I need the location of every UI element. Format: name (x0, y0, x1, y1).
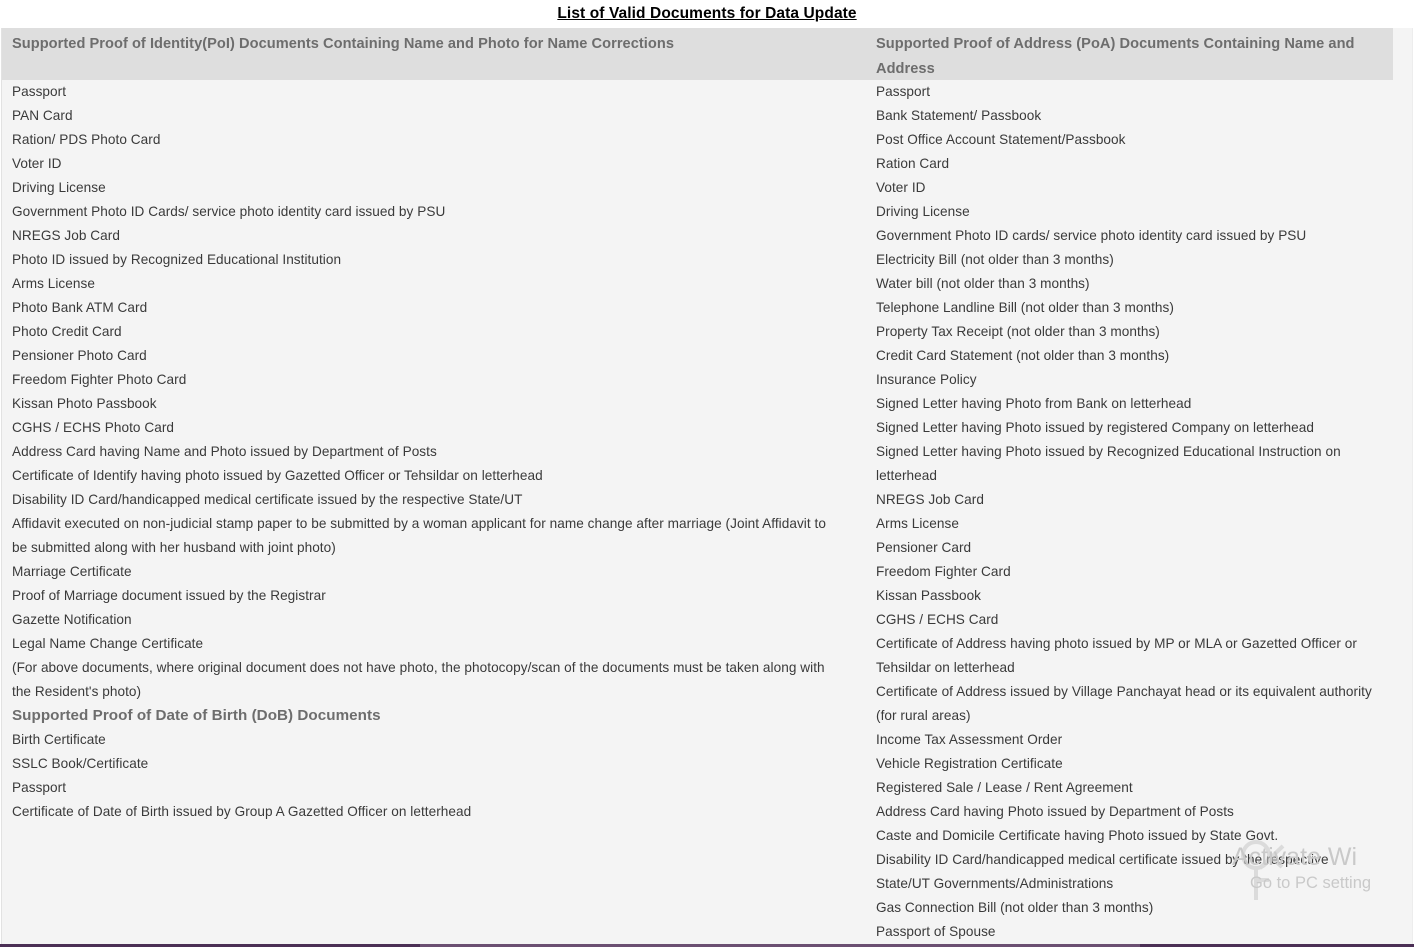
document-list-item: (For above documents, where original doc… (12, 660, 825, 675)
document-list-item: Passport (12, 84, 67, 99)
document-list-item: Certificate of Date of Birth issued by G… (12, 804, 472, 819)
document-list-item: Proof of Marriage document issued by the… (12, 588, 326, 603)
document-list-item: Pensioner Photo Card (12, 348, 147, 363)
title-bar: List of Valid Documents for Data Update (0, 0, 1414, 28)
document-list-item: Gas Connection Bill (not older than 3 mo… (876, 900, 1154, 915)
document-list-item: Passport of Spouse (876, 924, 996, 939)
document-list-item: SSLC Book/Certificate (12, 756, 149, 771)
document-list-item: Ration/ PDS Photo Card (12, 132, 161, 147)
document-list-item: Marriage Certificate (12, 564, 132, 579)
document-list-item: Voter ID (12, 156, 62, 171)
document-list-item: CGHS / ECHS Photo Card (12, 420, 175, 435)
document-list-item: Photo Credit Card (12, 324, 122, 339)
document-list-item: Affidavit executed on non-judicial stamp… (12, 516, 826, 531)
poi-column: Passport PAN Card Ration/ PDS Photo Card Vo… (12, 80, 1012, 824)
document-list-item: Arms License (12, 276, 95, 291)
document-list-item: be submitted along with her husband with… (12, 540, 336, 555)
document-list-item: Birth Certificate (12, 732, 106, 747)
document-list-item: Certificate of Identify having photo iss… (12, 468, 543, 483)
document-list-item: Passport (12, 780, 67, 795)
document-list-item: Address Card having Name and Photo issue… (12, 444, 437, 459)
document-list-item: Photo Bank ATM Card (12, 300, 148, 315)
column-header-poi: Supported Proof of Identity(PoI) Documen… (12, 36, 675, 52)
document-list-item: Disability ID Card/handicapped medical c… (876, 852, 1329, 867)
document-list-item: Caste and Domicile Certificate having Ph… (876, 828, 1279, 843)
document-list-item: State/UT Governments/Administrations (876, 876, 1114, 891)
document-list-item: NREGS Job Card (12, 228, 120, 243)
page-title: List of Valid Documents for Data Update (557, 5, 857, 22)
document-list-item: the Resident's photo) (12, 684, 142, 699)
document-list-item: PAN Card (12, 108, 73, 123)
document-list-item: Photo ID issued by Recognized Educationa… (12, 252, 342, 267)
document-list-item: Driving License (12, 180, 106, 195)
document-list-item: Disability ID Card/handicapped medical c… (12, 492, 523, 507)
document-sheet: Supported Proof of Identity(PoI) Documen… (1, 28, 1413, 944)
bottom-rule-highlight (420, 944, 1140, 947)
document-page: List of Valid Documents for Data Update … (0, 0, 1414, 949)
section-header-dob: Supported Proof of Date of Birth (DoB) D… (12, 707, 381, 724)
column-header-poa: Supported Proof of Address (PoA) Documen… (876, 36, 1355, 77)
document-list-item: Government Photo ID Cards/ service photo… (12, 204, 446, 219)
document-list-item: Legal Name Change Certificate (12, 636, 204, 651)
document-list-item: Kissan Photo Passbook (12, 396, 157, 411)
document-list-item: Freedom Fighter Photo Card (12, 372, 187, 387)
document-list-item: Gazette Notification (12, 612, 132, 627)
